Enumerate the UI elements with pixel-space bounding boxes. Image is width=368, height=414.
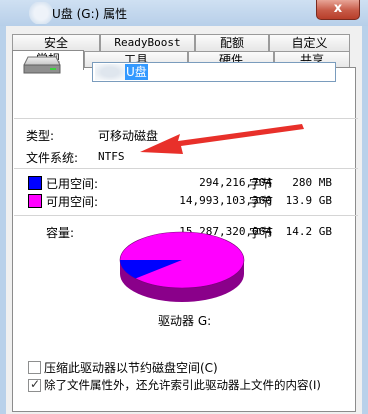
separator [14, 215, 358, 216]
panel-content: U盘 类型: 可移动磁盘 文件系统: NTFS 已用空间: 294,216,70… [0, 0, 368, 414]
capacity-unit: 字节 [249, 226, 274, 240]
filesystem-value: NTFS [98, 150, 125, 163]
compress-checkbox[interactable] [28, 361, 41, 374]
used-space-label: 已用空间: [46, 177, 99, 191]
capacity-label: 容量: [46, 226, 75, 240]
used-space-swatch [28, 176, 42, 190]
name-blur [95, 64, 125, 80]
used-space-human: 280 MB [292, 176, 332, 189]
type-value: 可移动磁盘 [98, 129, 159, 143]
capacity-human: 14.2 GB [285, 225, 332, 238]
drive-name-input[interactable]: U盘 [92, 62, 336, 82]
separator [14, 118, 358, 119]
free-space-unit: 字节 [249, 195, 274, 209]
index-checkbox[interactable] [28, 377, 41, 392]
drive-name-value: U盘 [125, 64, 148, 80]
drive-caption: 驱动器 G: [158, 314, 212, 328]
used-space-unit: 字节 [249, 177, 274, 191]
separator [14, 168, 358, 169]
type-label: 类型: [26, 129, 55, 143]
compress-label[interactable]: 压缩此驱动器以节约磁盘空间(C) [44, 359, 218, 376]
arrow-shape [140, 124, 304, 154]
free-space-label: 可用空间: [46, 195, 99, 209]
free-space-swatch [28, 194, 42, 208]
free-space-human: 13.9 GB [285, 194, 332, 207]
index-label[interactable]: 除了文件属性外，还允许索引此驱动器上文件的内容(I) [44, 377, 321, 393]
removable-drive-icon [23, 56, 61, 74]
filesystem-label: 文件系统: [26, 151, 79, 165]
disk-usage-pie [119, 231, 245, 302]
